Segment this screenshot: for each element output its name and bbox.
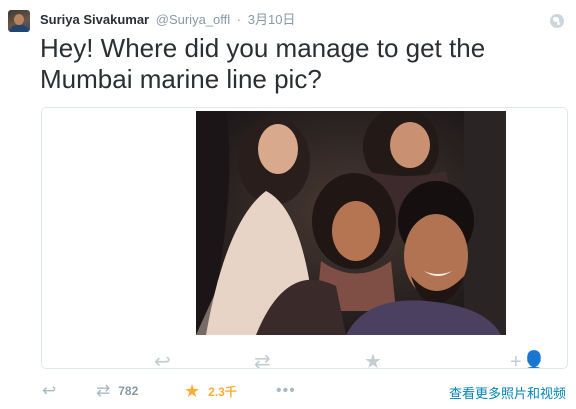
ghost-reply-icon: ↩ <box>154 351 171 369</box>
ghost-follow-icon: +👤 <box>510 351 547 369</box>
reply-icon: ↩ <box>42 381 57 400</box>
tweet-timestamp[interactable]: 3月10日 <box>248 12 296 27</box>
media-ghost-actions: ↩ ⇄ ★ +👤 <box>42 351 567 369</box>
tweet-text: Hey! Where did you manage to get the Mum… <box>40 33 486 94</box>
retweet-count: 782 <box>118 384 139 398</box>
media-card[interactable]: ↩ ⇄ ★ +👤 <box>41 107 568 369</box>
reply-button[interactable]: ↩ <box>42 380 56 402</box>
author-username[interactable]: @Suriya_offl <box>156 12 230 27</box>
ghost-retweet-icon: ⇄ <box>254 351 271 369</box>
avatar-face <box>14 14 24 25</box>
more-icon: ••• <box>276 382 296 399</box>
tweet-actions: ↩ ⇄ 782 ★ 2.3千 ••• 查看更多照片和视频 <box>0 380 576 404</box>
more-button[interactable]: ••• <box>276 380 296 402</box>
ghost-star-icon: ★ <box>364 351 382 369</box>
selfie-photo-image <box>196 111 506 335</box>
view-more-photos-link[interactable]: 查看更多照片和视频 <box>449 383 566 402</box>
tweet: Suriya Sivakumar @Suriya_offl · 3月10日 He… <box>0 0 576 409</box>
retweet-icon: ⇄ <box>96 381 111 400</box>
tweet-header: Suriya Sivakumar @Suriya_offl · 3月10日 <box>40 12 295 28</box>
favorite-button[interactable]: ★ 2.3千 <box>184 380 237 402</box>
header-separator: · <box>236 12 242 27</box>
star-icon: ★ <box>184 381 201 401</box>
avatar[interactable] <box>8 10 30 32</box>
globe-icon <box>550 14 564 28</box>
author-fullname[interactable]: Suriya Sivakumar <box>40 12 149 27</box>
tweet-photo[interactable] <box>196 111 506 335</box>
favorite-count: 2.3千 <box>208 384 237 399</box>
avatar-shirt <box>10 25 28 32</box>
retweet-button[interactable]: ⇄ 782 <box>96 380 138 402</box>
